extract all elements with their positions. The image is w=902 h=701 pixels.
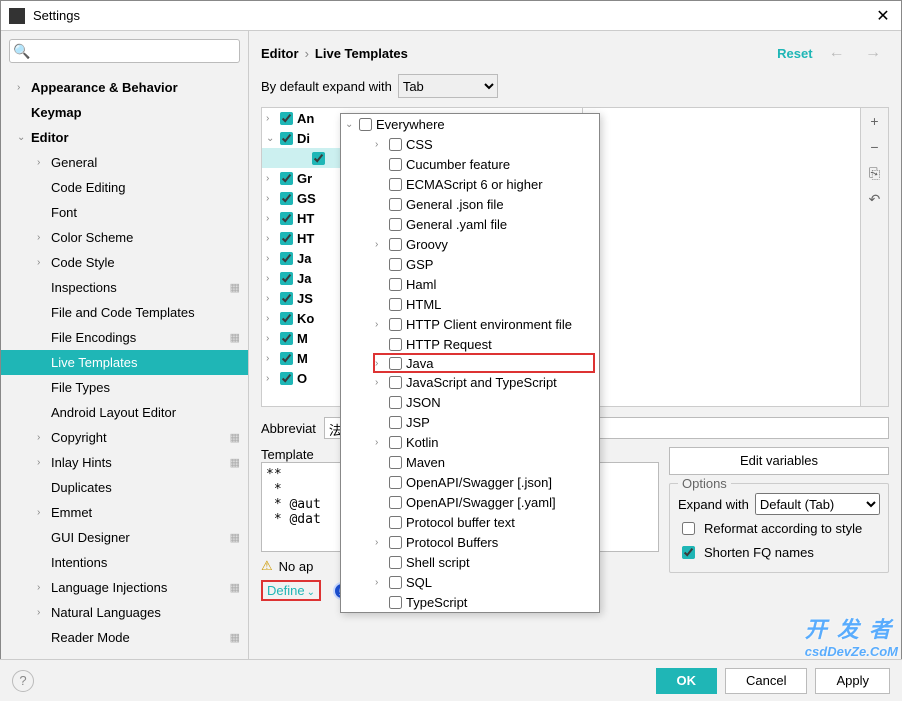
sidebar-item[interactable]: ›Color Scheme <box>1 225 248 250</box>
sidebar-item[interactable]: ›Copyright▦ <box>1 425 248 450</box>
chevron-down-icon[interactable]: ⌄ <box>345 119 359 130</box>
options-group: Options Expand with Default (Tab) Reform… <box>669 483 889 573</box>
sidebar-item[interactable]: Duplicates <box>1 475 248 500</box>
context-item[interactable]: ›CSS <box>341 134 599 154</box>
sidebar-item[interactable]: ›Appearance & Behavior <box>1 75 248 100</box>
sidebar-item[interactable]: File and Code Templates <box>1 300 248 325</box>
sidebar-item[interactable]: GUI Designer▦ <box>1 525 248 550</box>
context-item[interactable]: ECMAScript 6 or higher <box>341 174 599 194</box>
search-box: 🔍 <box>9 39 240 63</box>
warning-text: No ap <box>279 559 314 574</box>
context-item[interactable]: ›Java <box>373 353 595 373</box>
reformat-checkbox[interactable] <box>682 522 695 535</box>
sidebar-item[interactable]: File Encodings▦ <box>1 325 248 350</box>
settings-tree: ›Appearance & BehaviorKeymap⌄Editor›Gene… <box>1 71 248 659</box>
tool-button[interactable]: − <box>861 134 888 160</box>
nav-arrows[interactable]: ← → <box>829 44 889 62</box>
edit-variables-button[interactable]: Edit variables <box>669 447 889 475</box>
context-item[interactable]: Haml <box>341 274 599 294</box>
context-item[interactable]: Maven <box>341 452 599 472</box>
sidebar-item[interactable]: ⌄Editor <box>1 125 248 150</box>
context-item[interactable]: GSP <box>341 254 599 274</box>
abbreviation-label: Abbreviat <box>261 421 316 436</box>
sidebar-item[interactable]: ›General <box>1 150 248 175</box>
breadcrumb: Editor›Live Templates <box>261 46 408 61</box>
expand-select[interactable]: Tab <box>398 74 498 98</box>
context-item[interactable]: JSON <box>341 392 599 412</box>
sidebar-item[interactable]: Reader Mode▦ <box>1 625 248 650</box>
sidebar-item[interactable]: ›Code Style <box>1 250 248 275</box>
template-preview <box>582 108 860 406</box>
context-item[interactable]: Shell script <box>341 552 599 572</box>
titlebar: Settings ✕ <box>1 1 901 31</box>
help-button[interactable]: ? <box>12 670 34 692</box>
footer: ? OK Cancel Apply <box>0 659 902 701</box>
sidebar-item[interactable]: ›Language Injections▦ <box>1 575 248 600</box>
sidebar-item[interactable]: ›Emmet <box>1 500 248 525</box>
ok-button[interactable]: OK <box>656 668 718 694</box>
context-item[interactable]: ›Groovy <box>341 234 599 254</box>
context-item[interactable]: ›Kotlin <box>341 432 599 452</box>
search-icon: 🔍 <box>13 43 30 60</box>
sidebar-item[interactable]: Code Editing <box>1 175 248 200</box>
context-item[interactable]: HTML <box>341 294 599 314</box>
context-popup[interactable]: ⌄ Everywhere ›CSSCucumber featureECMAScr… <box>340 113 600 613</box>
context-item[interactable]: General .yaml file <box>341 214 599 234</box>
context-item[interactable]: ›Protocol Buffers <box>341 532 599 552</box>
context-item[interactable]: OpenAPI/Swagger [.json] <box>341 472 599 492</box>
sidebar: 🔍 ›Appearance & BehaviorKeymap⌄Editor›Ge… <box>1 31 249 659</box>
context-item[interactable]: HTTP Request <box>341 334 599 354</box>
tool-button[interactable]: + <box>861 108 888 134</box>
tool-button[interactable]: ↶ <box>861 186 888 212</box>
sidebar-item[interactable]: ›Inlay Hints▦ <box>1 450 248 475</box>
context-item[interactable]: Protocol buffer text <box>341 512 599 532</box>
search-input[interactable] <box>9 39 240 63</box>
sidebar-item[interactable]: Inspections▦ <box>1 275 248 300</box>
context-item[interactable]: JSP <box>341 412 599 432</box>
apply-button[interactable]: Apply <box>815 668 890 694</box>
expand-label: By default expand with <box>261 79 392 94</box>
warning-icon: ⚠ <box>261 558 273 574</box>
tool-button[interactable]: ⎘ <box>861 160 888 186</box>
define-link[interactable]: Define⌄ <box>267 583 315 598</box>
sidebar-item[interactable]: Android Layout Editor <box>1 400 248 425</box>
sidebar-item[interactable]: Live Templates <box>1 350 248 375</box>
context-item[interactable]: OpenAPI/Swagger [.yaml] <box>341 492 599 512</box>
context-item[interactable]: TypeScript <box>341 592 599 612</box>
reset-link[interactable]: Reset <box>777 46 812 61</box>
expand-with-select[interactable]: Default (Tab) <box>755 493 880 515</box>
context-item[interactable]: Cucumber feature <box>341 154 599 174</box>
define-highlight: Define⌄ <box>261 580 321 601</box>
close-icon[interactable]: ✕ <box>873 6 893 26</box>
context-item[interactable]: General .json file <box>341 194 599 214</box>
cancel-button[interactable]: Cancel <box>725 668 807 694</box>
window-title: Settings <box>33 8 873 23</box>
sidebar-item[interactable]: Intentions <box>1 550 248 575</box>
app-icon <box>9 8 25 24</box>
sidebar-item[interactable]: Keymap <box>1 100 248 125</box>
sidebar-item[interactable]: Font <box>1 200 248 225</box>
sidebar-item[interactable]: File Types <box>1 375 248 400</box>
context-item[interactable]: ›SQL <box>341 572 599 592</box>
sidebar-item[interactable]: ›Natural Languages <box>1 600 248 625</box>
everywhere-checkbox[interactable] <box>359 118 372 131</box>
side-toolbar: +−⎘↶ <box>860 108 888 406</box>
context-item[interactable]: ›JavaScript and TypeScript <box>341 372 599 392</box>
shorten-checkbox[interactable] <box>682 546 695 559</box>
context-item[interactable]: ›HTTP Client environment file <box>341 314 599 334</box>
